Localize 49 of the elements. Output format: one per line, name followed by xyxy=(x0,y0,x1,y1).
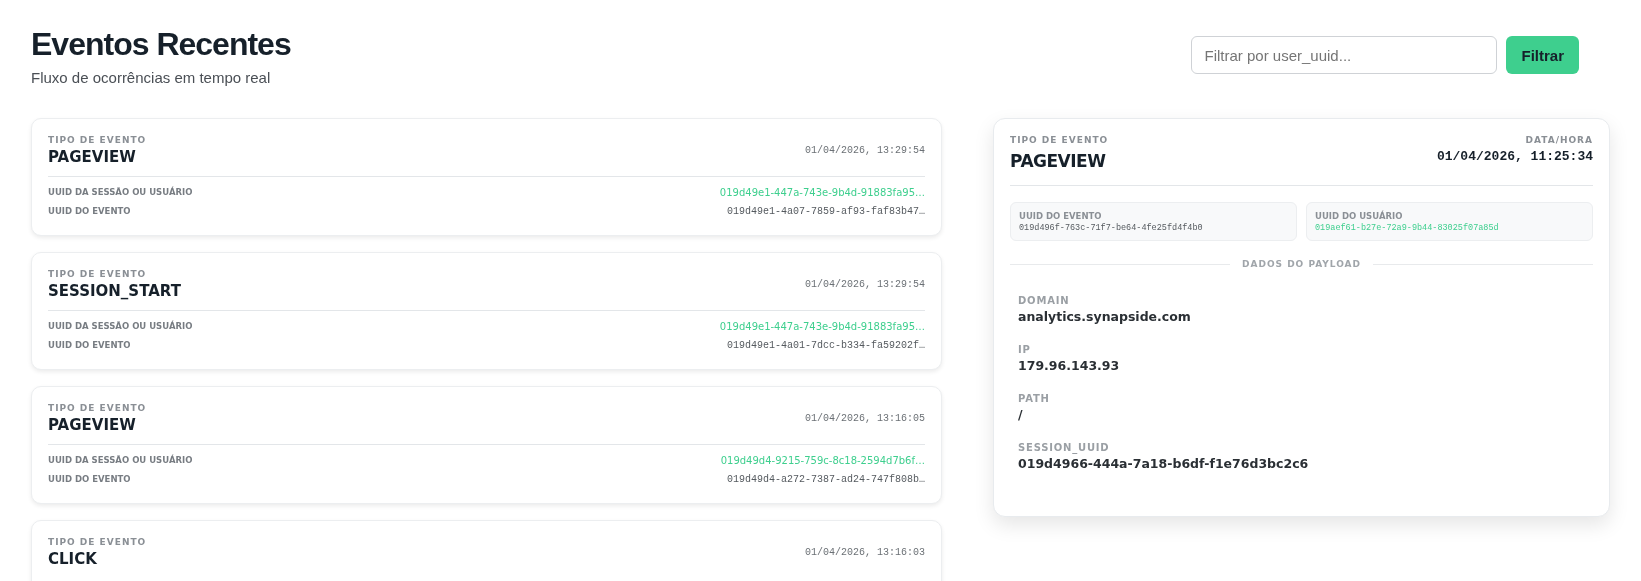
event-timestamp: 01/04/2026, 13:29:54 xyxy=(804,279,925,290)
field-label: UUID DA SESSÃO OU USUÁRIO xyxy=(48,455,193,466)
field-label: UUID DA SESSÃO OU USUÁRIO xyxy=(48,321,193,332)
uuid-value: 019aef61-b27e-72a9-9b44-83025f07a85d xyxy=(1315,223,1500,233)
date-label: DATA/HORA xyxy=(1524,135,1593,145)
payload-key: PATH xyxy=(1018,393,1585,404)
filter-button[interactable]: Filtrar xyxy=(1506,36,1579,74)
payload-key: DOMAIN xyxy=(1018,295,1585,306)
event-type: PAGEVIEW xyxy=(48,416,137,434)
uuid-value: 019d496f-763c-71f7-be64-4fe25fd4f4b0 xyxy=(1019,223,1204,233)
uuid-value: 019d49d4-a272-7387-ad24-747f808b… xyxy=(726,474,925,485)
event-type-label: TIPO DE EVENTO xyxy=(48,403,147,413)
event-timestamp: 01/04/2026, 13:16:03 xyxy=(804,547,925,558)
event-type-label: TIPO DE EVENTO xyxy=(1010,135,1109,145)
uuid-value: 019d49d4-9215-759c-8c18-2594d7b6f… xyxy=(720,455,925,466)
payload-key: SESSION_UUID xyxy=(1018,442,1585,453)
payload-value: / xyxy=(1018,407,1024,422)
event-card[interactable]: TIPO DE EVENTO SESSION_START 01/04/2026, 13:29:54 UUID DA SESSÃO OU USUÁRIO 019d49e1-447a-743e-9b4d-91883fa95… UUID DO EVENTO 019d49e1-4a01-7dcc-b334-fa59202f… xyxy=(31,252,942,370)
uuid-label: UUID DO EVENTO xyxy=(1019,211,1103,221)
event-type: SESSION_START xyxy=(48,282,181,300)
field-label: UUID DO EVENTO xyxy=(48,474,131,485)
event-timestamp: 01/04/2026, 13:29:54 xyxy=(804,145,925,156)
event-type-label: TIPO DE EVENTO xyxy=(48,537,147,547)
event-type-label: TIPO DE EVENTO xyxy=(48,269,148,279)
event-type: PAGEVIEW xyxy=(48,148,137,166)
event-timestamp: 01/04/2026, 13:16:05 xyxy=(804,413,925,424)
uuid-value: 019d49e1-4a01-7dcc-b334-fa59202f… xyxy=(726,340,925,351)
payload-key: IP xyxy=(1018,344,1585,355)
event-type: CLICK xyxy=(48,550,98,568)
uuid-value: 019d49e1-447a-743e-9b4d-91883fa95… xyxy=(719,187,925,198)
page-title: Eventos Recentes xyxy=(31,26,291,63)
section-title: DADOS DO PAYLOAD xyxy=(1241,259,1362,269)
uuid-label: UUID DO USUÁRIO xyxy=(1315,211,1404,221)
event-card[interactable]: TIPO DE EVENTO CLICK 01/04/2026, 13:16:03 xyxy=(31,520,942,581)
event-card[interactable]: TIPO DE EVENTO PAGEVIEW 01/04/2026, 13:29:54 UUID DA SESSÃO OU USUÁRIO 019d49e1-447a-743e-9b4d-91883fa95… UUID DO EVENTO 019d49e1-4a07-7859-af93-faf83b47… xyxy=(31,118,942,236)
uuid-value: 019d49e1-447a-743e-9b4d-91883fa95… xyxy=(719,321,925,332)
payload-value: analytics.synapside.com xyxy=(1018,309,1192,324)
field-label: UUID DA SESSÃO OU USUÁRIO xyxy=(48,187,193,198)
payload-value: 019d4966-444a-7a18-b6df-f1e76d3bc2c6 xyxy=(1018,456,1310,471)
payload-value: 179.96.143.93 xyxy=(1018,358,1121,373)
uuid-value: 019d49e1-4a07-7859-af93-faf83b47… xyxy=(726,206,925,217)
event-type-label: TIPO DE EVENTO xyxy=(48,135,147,145)
event-type: PAGEVIEW xyxy=(1010,151,1107,171)
field-label: UUID DO EVENTO xyxy=(48,206,131,217)
event-timestamp: 01/04/2026, 11:25:34 xyxy=(1436,149,1593,164)
filter-input[interactable]: Filtrar por user_uuid... xyxy=(1191,36,1498,74)
page-subtitle: Fluxo de ocorrências em tempo real xyxy=(31,69,272,86)
field-label: UUID DO EVENTO xyxy=(48,340,131,351)
event-card[interactable]: TIPO DE EVENTO PAGEVIEW 01/04/2026, 13:16:05 UUID DA SESSÃO OU USUÁRIO 019d49d4-9215-759c-8c18-2594d7b6f… UUID DO EVENTO 019d49d4-a272-7387-ad24-747f808b… xyxy=(31,386,942,504)
